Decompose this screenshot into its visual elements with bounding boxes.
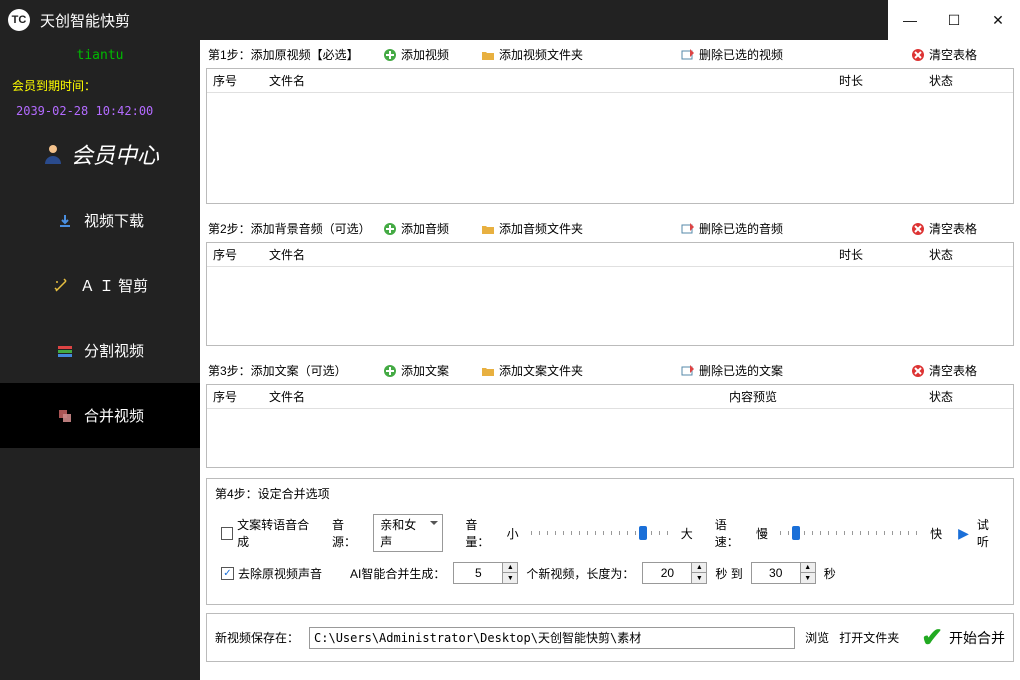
col-seq: 序号: [207, 385, 263, 408]
delete-text-button[interactable]: 删除已选的文案: [676, 360, 906, 381]
col-name: 文件名: [263, 69, 833, 92]
avatar-icon: [41, 142, 65, 166]
clear-icon: [910, 363, 925, 378]
open-folder-button[interactable]: 打开文件夹: [839, 629, 899, 646]
col-name: 文件名: [263, 385, 723, 408]
username: tiantu: [0, 40, 200, 73]
nav-label: Ａ Ｉ 智剪: [80, 275, 148, 296]
audio-table-body[interactable]: [207, 267, 1013, 345]
col-preview: 内容预览: [723, 385, 923, 408]
expiry-label: 会员到期时间：: [0, 73, 200, 98]
split-icon: [56, 342, 74, 360]
save-label: 新视频保存在：: [215, 629, 299, 646]
member-center-label: 会员中心: [71, 138, 159, 170]
delete-video-button[interactable]: 删除已选的视频: [676, 44, 906, 65]
check-icon: ✔: [921, 622, 943, 653]
close-button[interactable]: ✕: [976, 0, 1020, 40]
col-status: 状态: [923, 243, 1013, 266]
nav-label: 视频下载: [84, 210, 144, 231]
save-bar: 新视频保存在： 浏览 打开文件夹 ✔ 开始合并: [206, 613, 1014, 662]
minimize-button[interactable]: —: [888, 0, 932, 40]
max-length-spinner[interactable]: ▲▼: [751, 562, 816, 584]
nav-video-download[interactable]: 视频下载: [0, 188, 200, 253]
main-panel: 第1步：添加原视频【必选】 添加视频 添加视频文件夹 删除已选的视频 清空表格 …: [200, 40, 1020, 680]
play-icon[interactable]: ▶: [958, 525, 969, 542]
add-audio-folder-button[interactable]: 添加音频文件夹: [476, 218, 676, 239]
clear-icon: [910, 47, 925, 62]
sidebar: tiantu 会员到期时间： 2039-02-28 10:42:00 会员中心 …: [0, 40, 200, 680]
speed-slider[interactable]: [780, 531, 918, 535]
nav-label: 合并视频: [84, 405, 144, 426]
add-video-button[interactable]: 添加视频: [378, 44, 476, 65]
clear-text-button[interactable]: 清空表格: [906, 360, 981, 381]
plus-icon: [382, 363, 397, 378]
voice-select[interactable]: 亲和女声: [373, 514, 443, 552]
col-seq: 序号: [207, 69, 263, 92]
add-text-button[interactable]: 添加文案: [378, 360, 476, 381]
col-seq: 序号: [207, 243, 263, 266]
browse-button[interactable]: 浏览: [805, 629, 829, 646]
volume-label: 音量：: [465, 516, 498, 550]
folder-icon: [480, 221, 495, 236]
save-path-input[interactable]: [309, 627, 795, 649]
step1-label: 第1步：添加原视频【必选】: [208, 46, 378, 63]
delete-icon: [680, 221, 695, 236]
video-table: 序号 文件名 时长 状态: [206, 68, 1014, 204]
nav-ai-clip[interactable]: Ａ Ｉ 智剪: [0, 253, 200, 318]
preview-button[interactable]: 试听: [977, 516, 999, 550]
download-icon: [56, 212, 74, 230]
col-duration: 时长: [833, 243, 923, 266]
nav-split-video[interactable]: 分割视频: [0, 318, 200, 383]
delete-icon: [680, 47, 695, 62]
window-title: 天创智能快剪: [40, 10, 130, 31]
audio-table: 序号 文件名 时长 状态: [206, 242, 1014, 346]
col-status: 状态: [923, 69, 1013, 92]
speed-label: 语速：: [715, 516, 748, 550]
merge-icon: [56, 407, 74, 425]
delete-audio-button[interactable]: 删除已选的音频: [676, 218, 906, 239]
plus-icon: [382, 47, 397, 62]
titlebar: TC 天创智能快剪 — ☐ ✕: [0, 0, 1020, 40]
step2-label: 第2步：添加背景音频（可选）: [208, 220, 378, 237]
app-logo: TC: [8, 9, 30, 31]
count-spinner[interactable]: ▲▼: [453, 562, 518, 584]
step3-label: 第3步：添加文案（可选）: [208, 362, 378, 379]
start-merge-button[interactable]: ✔ 开始合并: [921, 622, 1005, 653]
col-status: 状态: [923, 385, 1013, 408]
add-video-folder-button[interactable]: 添加视频文件夹: [476, 44, 676, 65]
magic-icon: [52, 277, 70, 295]
col-name: 文件名: [263, 243, 833, 266]
member-center-button[interactable]: 会员中心: [0, 132, 200, 188]
add-text-folder-button[interactable]: 添加文案文件夹: [476, 360, 676, 381]
folder-icon: [480, 363, 495, 378]
clear-audio-button[interactable]: 清空表格: [906, 218, 981, 239]
video-table-body[interactable]: [207, 93, 1013, 203]
folder-icon: [480, 47, 495, 62]
clear-icon: [910, 221, 925, 236]
remove-audio-checkbox[interactable]: ✓去除原视频声音: [221, 565, 322, 582]
step4-panel: 第4步：设定合并选项 文案转语音合成 音源： 亲和女声 音量： 小 大 语速： …: [206, 478, 1014, 605]
text-table-body[interactable]: [207, 409, 1013, 467]
voice-label: 音源：: [332, 516, 365, 550]
tts-checkbox[interactable]: 文案转语音合成: [221, 516, 314, 550]
ai-gen-label: AI智能合并生成：: [350, 565, 445, 582]
col-duration: 时长: [833, 69, 923, 92]
expiry-value: 2039-02-28 10:42:00: [0, 98, 200, 132]
step4-label: 第4步：设定合并选项: [215, 485, 1005, 502]
text-table: 序号 文件名 内容预览 状态: [206, 384, 1014, 468]
volume-slider[interactable]: [531, 531, 669, 535]
clear-video-button[interactable]: 清空表格: [906, 44, 981, 65]
nav-label: 分割视频: [84, 340, 144, 361]
plus-icon: [382, 221, 397, 236]
delete-icon: [680, 363, 695, 378]
min-length-spinner[interactable]: ▲▼: [642, 562, 707, 584]
nav-merge-video[interactable]: 合并视频: [0, 383, 200, 448]
add-audio-button[interactable]: 添加音频: [378, 218, 476, 239]
maximize-button[interactable]: ☐: [932, 0, 976, 40]
